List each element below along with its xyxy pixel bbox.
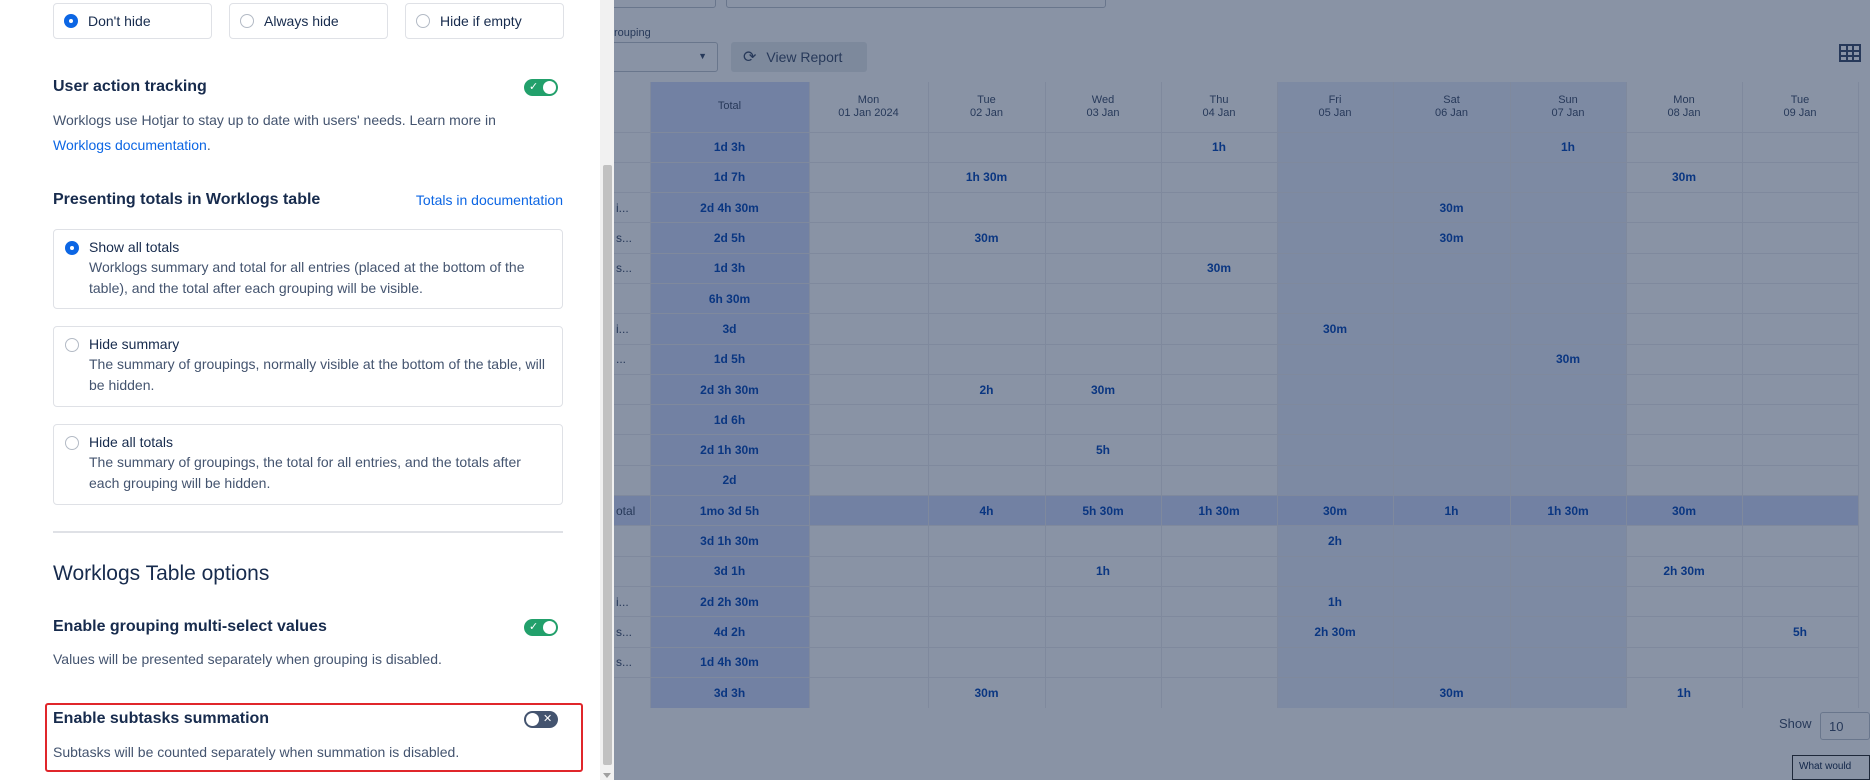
settings-panel: Don't hide Always hide Hide if empty Use… — [0, 0, 606, 780]
option-hide-summary[interactable]: Hide summary The summary of groupings, n… — [53, 326, 563, 407]
check-icon: ✓ — [529, 621, 539, 633]
option-dont-hide[interactable]: Don't hide — [53, 3, 212, 39]
section-divider — [53, 531, 563, 533]
radio-show-all-totals[interactable] — [65, 241, 79, 255]
grouping-multiselect-toggle[interactable]: ✓ — [524, 619, 558, 636]
option-always-hide-label: Always hide — [264, 13, 339, 29]
empty-columns-options: Don't hide Always hide Hide if empty — [53, 3, 564, 39]
radio-hide-summary[interactable] — [65, 338, 79, 352]
user-tracking-desc: Worklogs use Hotjar to stay up to date w… — [53, 108, 553, 158]
hide-summary-desc: The summary of groupings, normally visib… — [89, 356, 545, 393]
option-hide-if-empty-label: Hide if empty — [440, 13, 522, 29]
radio-dont-hide[interactable] — [64, 14, 78, 28]
totals-title: Presenting totals in Worklogs table — [53, 191, 321, 208]
scrollbar-thumb[interactable] — [603, 165, 612, 765]
option-dont-hide-label: Don't hide — [88, 13, 151, 29]
option-hide-if-empty[interactable]: Hide if empty — [405, 3, 564, 39]
hide-summary-title: Hide summary — [89, 336, 180, 352]
panel-scrollbar[interactable] — [600, 0, 614, 780]
show-all-totals-desc: Worklogs summary and total for all entri… — [89, 259, 525, 296]
user-tracking-desc-end: . — [206, 137, 211, 153]
grouping-multiselect-title: Enable grouping multi-select values — [53, 618, 327, 635]
user-tracking-title: User action tracking — [53, 78, 207, 95]
modal-overlay[interactable] — [614, 0, 1870, 780]
user-tracking-toggle[interactable]: ✓ — [524, 79, 558, 96]
option-always-hide[interactable]: Always hide — [229, 3, 388, 39]
table-options-title: Worklogs Table options — [53, 562, 270, 585]
scroll-down-arrow-icon[interactable] — [603, 773, 611, 778]
radio-hide-if-empty[interactable] — [416, 14, 430, 28]
grouping-multiselect-desc: Values will be presented separately when… — [53, 651, 442, 667]
show-all-totals-title: Show all totals — [89, 239, 180, 255]
radio-hide-all-totals[interactable] — [65, 436, 79, 450]
totals-documentation-link[interactable]: Totals in documentation — [416, 192, 563, 208]
option-hide-all-totals[interactable]: Hide all totals The summary of groupings… — [53, 424, 563, 505]
radio-always-hide[interactable] — [240, 14, 254, 28]
worklogs-documentation-link[interactable]: Worklogs documentation — [53, 137, 207, 153]
option-show-all-totals[interactable]: Show all totals Worklogs summary and tot… — [53, 229, 563, 309]
user-tracking-desc-text: Worklogs use Hotjar to stay up to date w… — [53, 112, 496, 128]
hide-all-totals-desc: The summary of groupings, the total for … — [89, 454, 521, 491]
hide-all-totals-title: Hide all totals — [89, 434, 174, 450]
check-icon: ✓ — [529, 81, 539, 93]
subtasks-highlight-box — [45, 703, 583, 772]
